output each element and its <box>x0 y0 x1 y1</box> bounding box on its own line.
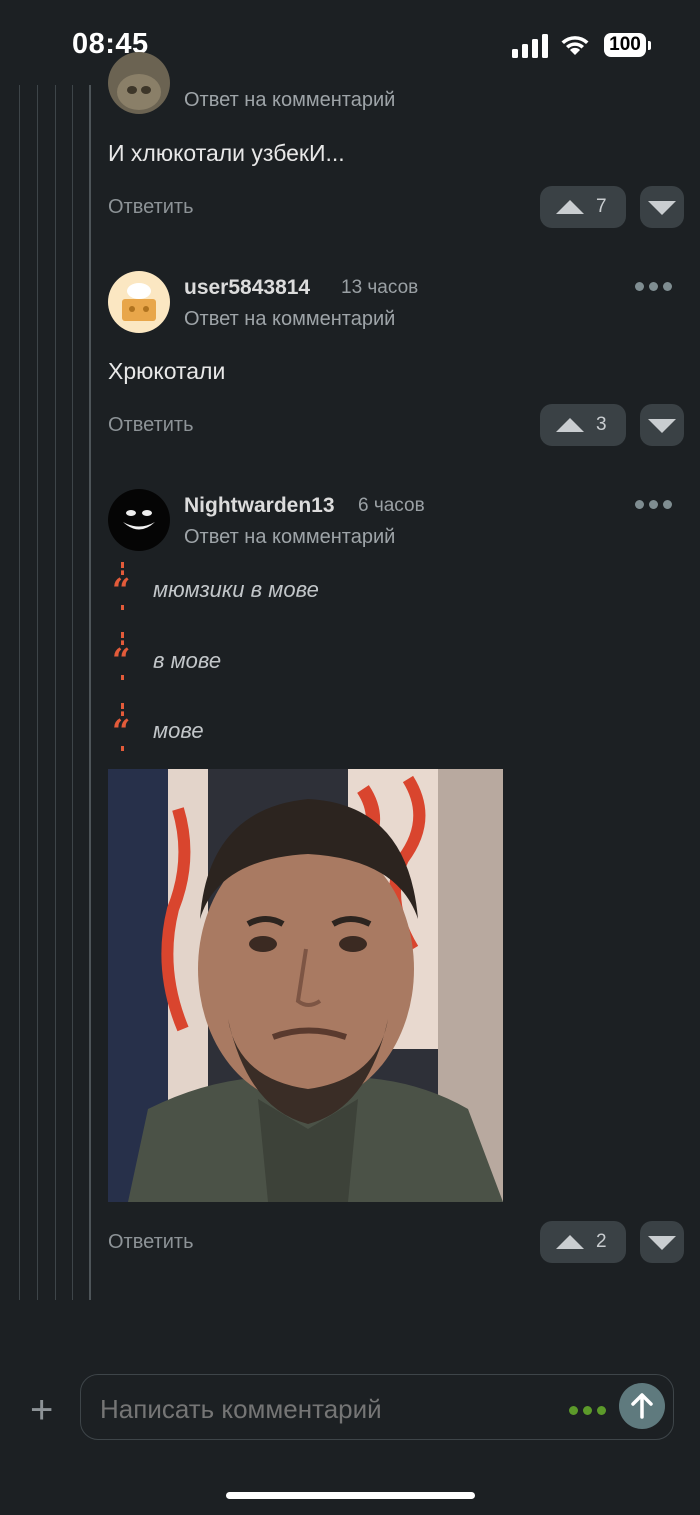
comment-text: Хрюкотали <box>108 358 226 384</box>
thread-line[interactable] <box>19 85 20 1300</box>
downvote-button[interactable] <box>640 1221 684 1263</box>
upvote-button[interactable]: 3 <box>540 404 626 446</box>
reply-to-label[interactable]: Ответ на комментарий <box>184 526 395 549</box>
triangle-up-icon <box>556 200 584 214</box>
quote-text: в мове <box>153 648 222 673</box>
send-button[interactable] <box>619 1383 665 1429</box>
thread-line[interactable] <box>55 85 56 1300</box>
upvote-button[interactable]: 7 <box>540 186 626 228</box>
comment-username[interactable]: user5843814 <box>184 276 310 300</box>
thread-line[interactable] <box>72 85 73 1300</box>
more-dots-icon[interactable] <box>635 500 677 512</box>
comment-input[interactable] <box>98 1393 542 1426</box>
quote-icon: “ <box>112 712 131 750</box>
thread-line[interactable] <box>37 85 38 1300</box>
home-indicator[interactable] <box>226 1492 475 1499</box>
reply-to-label[interactable]: Ответ на комментарий <box>184 308 395 331</box>
arrow-up-icon <box>631 1393 653 1419</box>
upvote-button[interactable]: 2 <box>540 1221 626 1263</box>
triangle-down-icon <box>648 419 676 433</box>
triangle-up-icon <box>556 418 584 432</box>
comment-age: 6 часов <box>358 495 425 516</box>
quote-text: мове <box>153 718 204 743</box>
triangle-down-icon <box>648 1236 676 1250</box>
plus-icon[interactable]: + <box>30 1390 53 1430</box>
avatar[interactable] <box>108 489 170 551</box>
reply-button[interactable]: Ответить <box>108 1231 194 1254</box>
comment-age: 13 часов <box>341 277 419 298</box>
battery-indicator: 100 <box>604 33 646 57</box>
triangle-up-icon <box>556 1235 584 1249</box>
vote-count: 7 <box>596 196 607 217</box>
comment-username[interactable]: Nightwarden13 <box>184 494 335 518</box>
more-dots-icon[interactable] <box>569 1402 611 1420</box>
vote-count: 2 <box>596 1231 607 1252</box>
quote-icon: “ <box>112 571 131 609</box>
quote-icon: “ <box>112 641 131 679</box>
comment-image[interactable] <box>108 769 503 1202</box>
avatar[interactable] <box>108 52 170 114</box>
downvote-button[interactable] <box>640 186 684 228</box>
battery-tip <box>648 41 651 50</box>
reply-to-label[interactable]: Ответ на комментарий <box>184 89 395 112</box>
more-dots-icon[interactable] <box>635 282 677 294</box>
reply-button[interactable]: Ответить <box>108 414 194 437</box>
comment-text: И хлюкотали узбекИ... <box>108 140 345 166</box>
wifi-icon <box>561 36 589 55</box>
quote-text: мюмзики в мове <box>153 577 319 602</box>
cellular-signal-icon <box>512 34 548 58</box>
triangle-down-icon <box>648 201 676 215</box>
downvote-button[interactable] <box>640 404 684 446</box>
reply-button[interactable]: Ответить <box>108 196 194 219</box>
thread-line-active[interactable] <box>89 85 91 1300</box>
avatar[interactable] <box>108 271 170 333</box>
vote-count: 3 <box>596 414 607 435</box>
